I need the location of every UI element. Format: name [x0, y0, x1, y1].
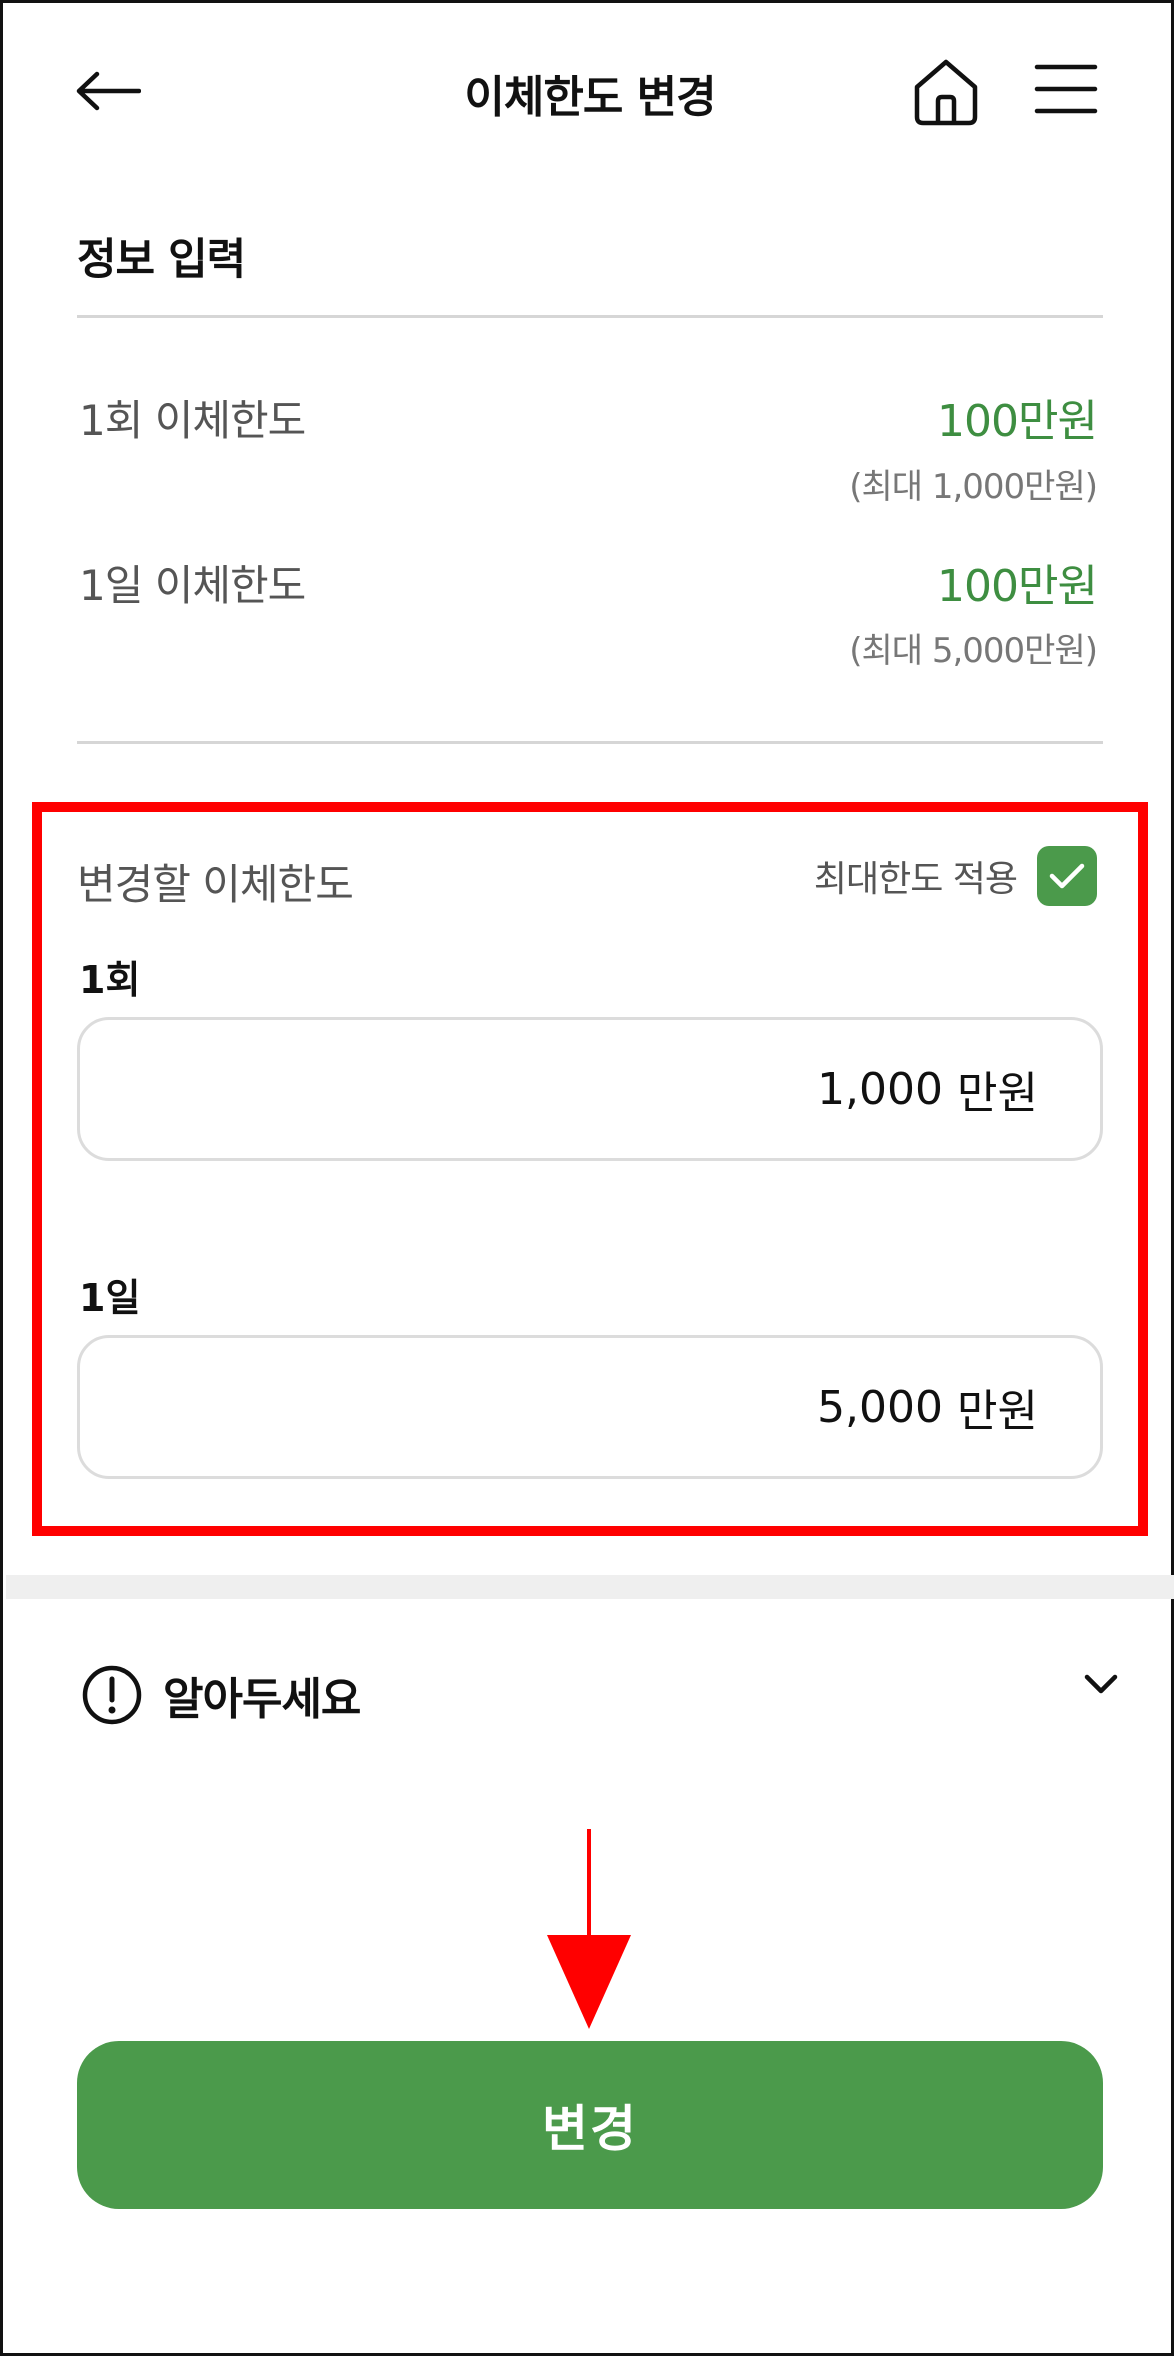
per-transfer-amount-unit: 만원 — [957, 1068, 1038, 1119]
daily-field-label: 1일 — [79, 1276, 141, 1320]
divider — [77, 741, 1103, 744]
exclamation-circle-icon — [82, 1665, 142, 1725]
hamburger-menu-icon — [1034, 64, 1098, 114]
max-limit-checkbox[interactable] — [1037, 846, 1097, 906]
max-limit-toggle[interactable]: 최대한도 적용 — [814, 846, 1097, 906]
daily-limit-value: 100만원 — [937, 561, 1098, 612]
change-button[interactable]: 변경 — [77, 2041, 1103, 2209]
checkmark-icon — [1049, 863, 1085, 889]
notice-label: 알아두세요 — [163, 1674, 361, 1725]
notice-expand-button[interactable] — [1079, 1667, 1123, 1701]
max-limit-label: 최대한도 적용 — [813, 859, 1018, 900]
daily-amount-unit: 만원 — [957, 1386, 1038, 1437]
top-header: 이체한도 변경 — [3, 3, 1174, 183]
home-icon — [914, 59, 978, 126]
red-arrow-annotation — [547, 1829, 631, 2029]
section-separator — [6, 1575, 1174, 1599]
chevron-down-icon — [1084, 1674, 1118, 1694]
menu-button[interactable] — [1033, 59, 1099, 119]
per-transfer-limit-label: 1회 이체한도 — [79, 396, 306, 445]
info-section-title: 정보 입력 — [77, 235, 246, 285]
divider — [77, 315, 1103, 318]
daily-amount-field[interactable]: 5,000 만원 — [77, 1335, 1103, 1479]
change-limit-title: 변경할 이체한도 — [77, 860, 354, 909]
per-transfer-limit-max: (최대 1,000만원) — [849, 467, 1098, 507]
daily-limit-label: 1일 이체한도 — [79, 561, 306, 610]
daily-limit-max: (최대 5,000만원) — [849, 631, 1098, 671]
per-transfer-amount-field[interactable]: 1,000 만원 — [77, 1017, 1103, 1161]
daily-amount-value: 5,000 — [817, 1381, 944, 1433]
notice-toggle[interactable]: 알아두세요 — [81, 1663, 361, 1727]
page-title: 이체한도 변경 — [464, 72, 716, 123]
per-transfer-amount-value: 1,000 — [817, 1063, 944, 1115]
app-screen: 이체한도 변경 정보 입력 1회 이체한도 100만원 (최대 1,000만원)… — [0, 0, 1174, 2356]
per-transfer-limit-value: 100만원 — [937, 396, 1098, 447]
per-transfer-field-label: 1회 — [79, 958, 141, 1002]
home-button[interactable] — [909, 55, 983, 129]
